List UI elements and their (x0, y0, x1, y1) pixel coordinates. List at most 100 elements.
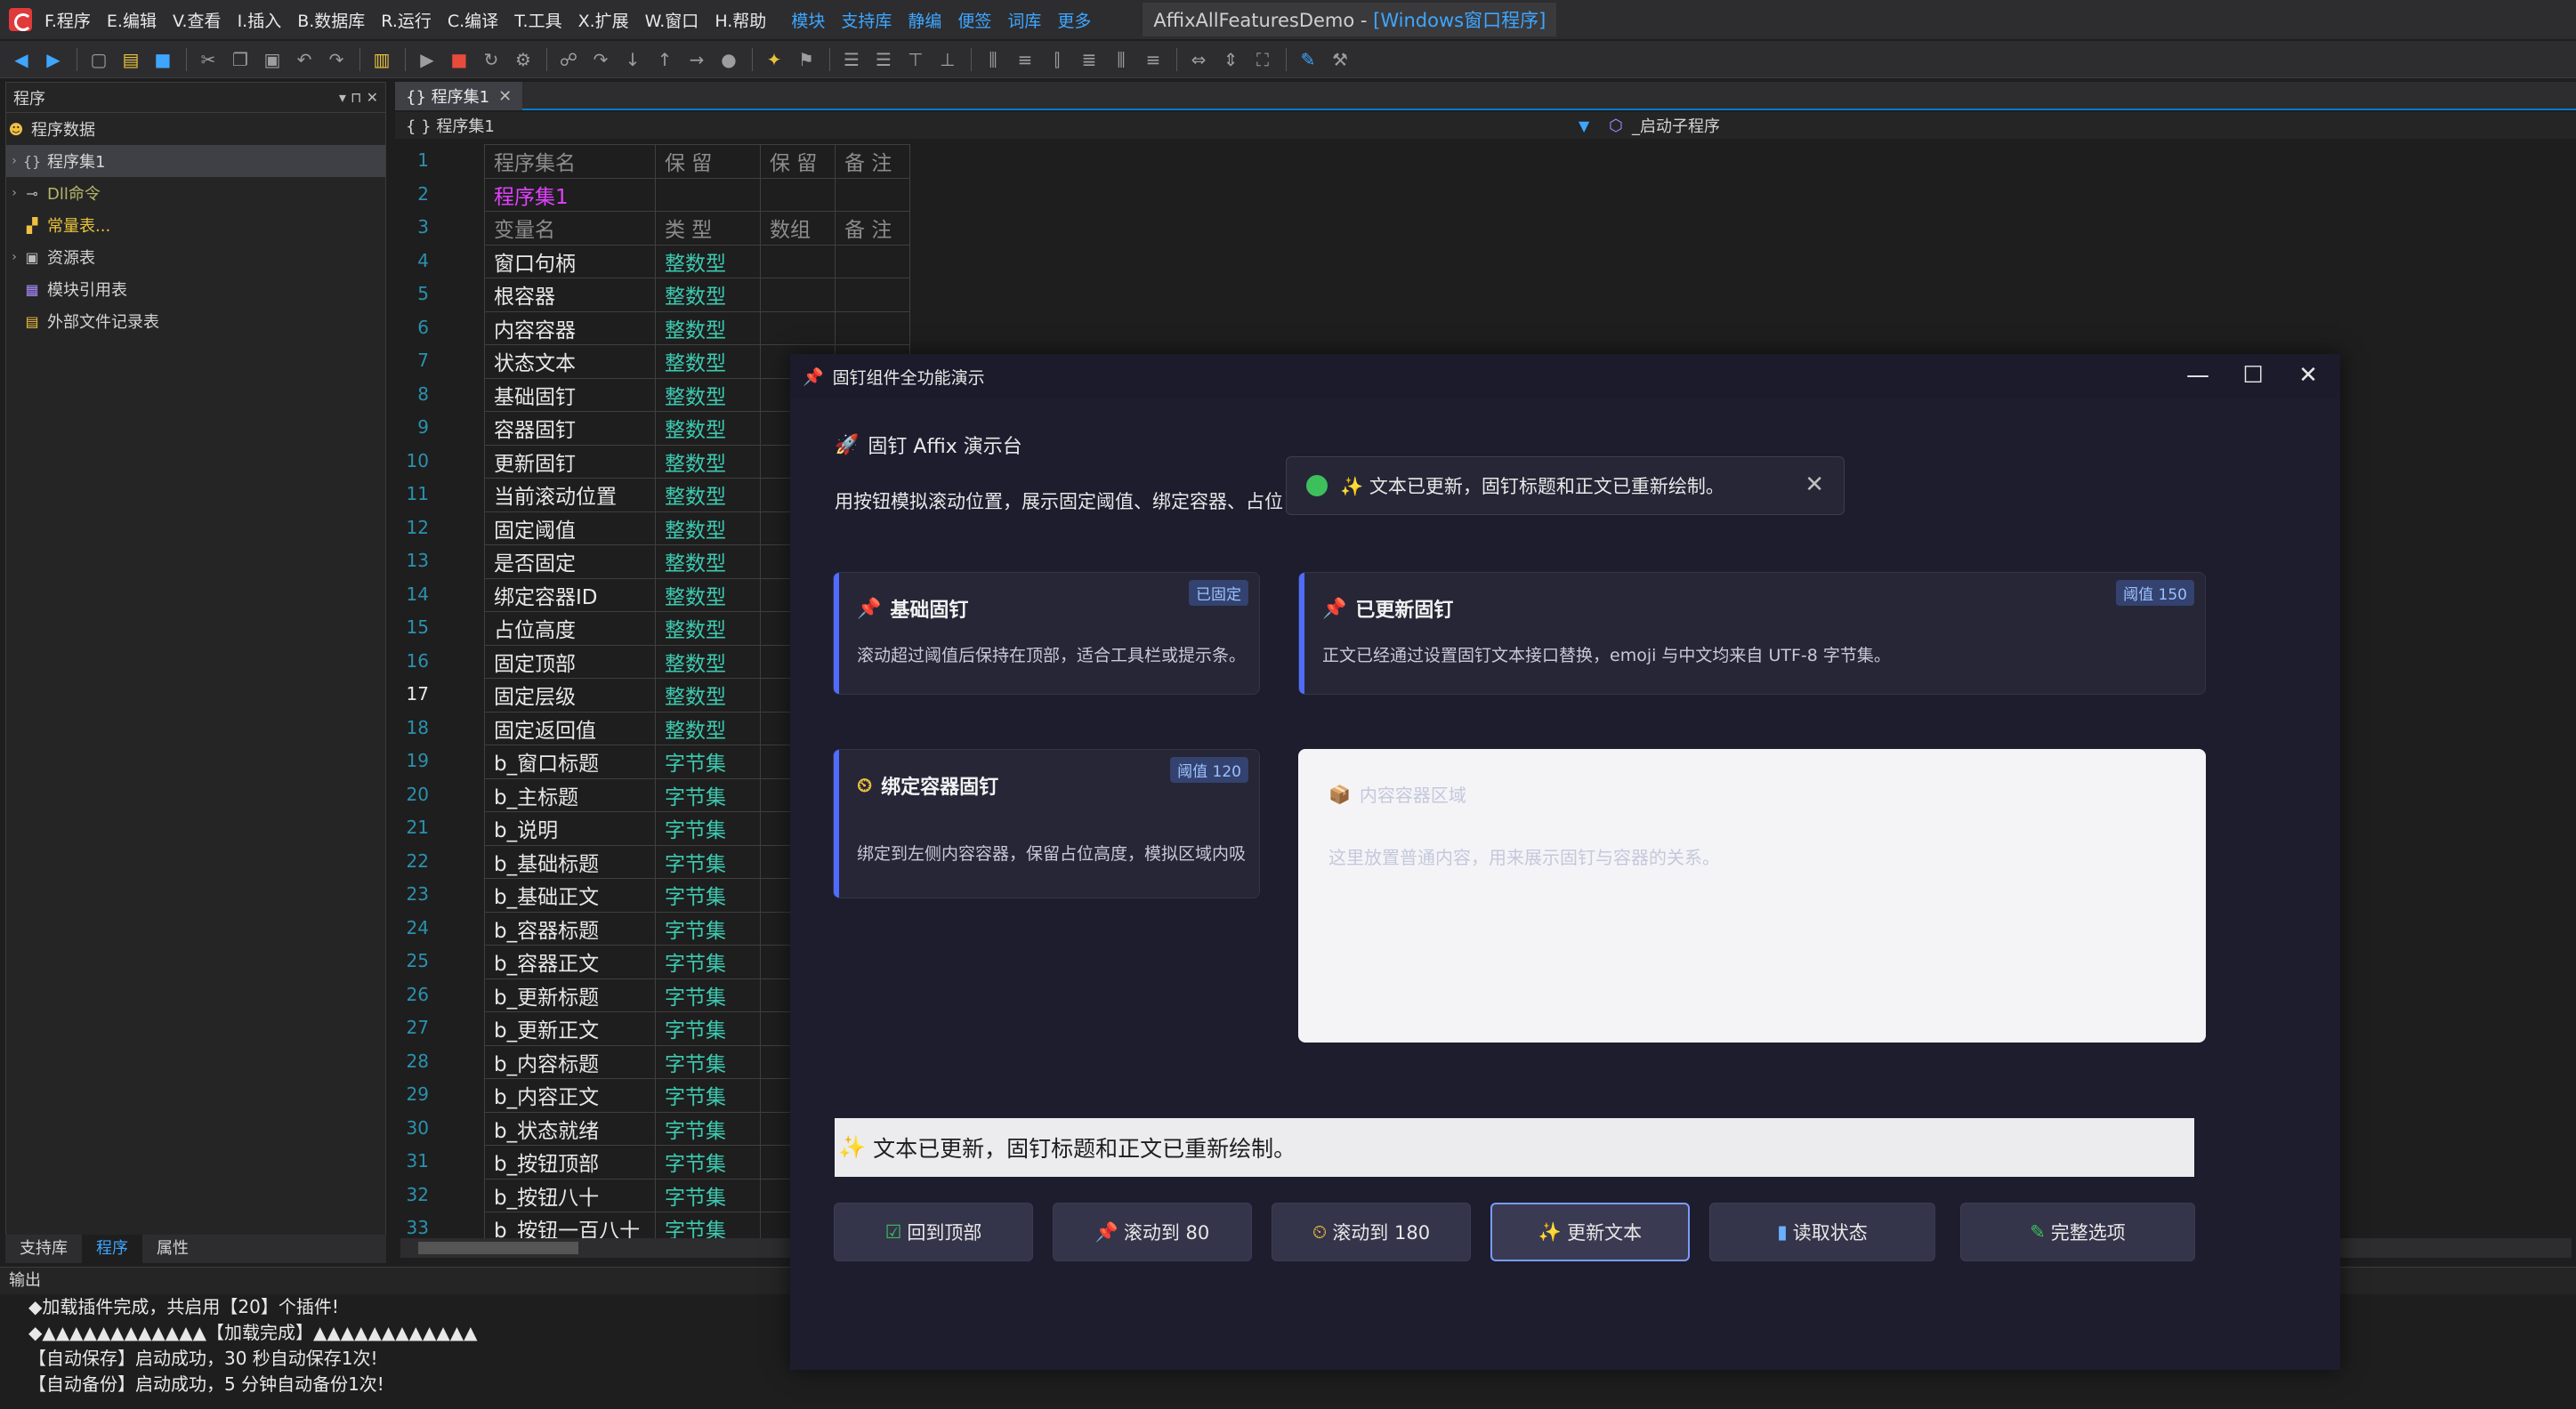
tree-item-assembly1[interactable]: › {} 程序集1 (6, 145, 385, 177)
table-cell[interactable]: 整数型 (655, 444, 761, 479)
table-cell[interactable]: 数组 (760, 211, 836, 246)
copy-icon[interactable]: ❐ (230, 49, 251, 70)
table-cell[interactable]: b_说明 (484, 811, 656, 846)
table-cell[interactable] (760, 278, 836, 312)
paste-icon[interactable]: ▣ (262, 49, 283, 70)
menu-insert[interactable]: I.插入 (238, 8, 282, 32)
link-support-lib[interactable]: 支持库 (841, 8, 892, 32)
table-cell[interactable]: 固定阈值 (484, 511, 656, 545)
table-cell[interactable]: 字节集 (655, 1078, 761, 1113)
table-cell[interactable]: 字节集 (655, 1178, 761, 1212)
table-cell[interactable]: 类 型 (655, 211, 761, 246)
open-folder-icon[interactable]: ▤ (120, 49, 141, 70)
table-cell[interactable]: 整数型 (655, 577, 761, 612)
table-cell[interactable]: 整数型 (655, 344, 761, 379)
link-notes[interactable]: 便签 (957, 8, 991, 32)
same-height-icon[interactable]: ≣ (1078, 49, 1100, 70)
undo-icon[interactable]: ↶ (294, 49, 315, 70)
chevron-right-icon[interactable]: › (6, 154, 22, 168)
table-cell[interactable]: 整数型 (655, 244, 761, 278)
table-cell[interactable]: b_按钮顶部 (484, 1145, 656, 1180)
table-cell[interactable]: 整数型 (655, 678, 761, 713)
tree-item-dll-commands[interactable]: › ⊸ Dll命令 (6, 177, 385, 209)
restart-icon[interactable]: ↻ (480, 49, 502, 70)
table-cell[interactable]: b_更新标题 (484, 978, 656, 1012)
panel-pin-close-icon[interactable]: ▾ ⊓ ✕ (339, 89, 378, 106)
back-icon[interactable]: ◀ (11, 49, 32, 70)
table-cell[interactable] (760, 177, 836, 212)
table-row[interactable]: 根容器 整数型 (484, 278, 910, 312)
table-cell[interactable]: 固定层级 (484, 678, 656, 713)
step-into-icon[interactable]: ↓ (622, 49, 643, 70)
space-v-icon[interactable]: ≡ (1143, 49, 1164, 70)
maximize-button[interactable]: ☐ (2226, 359, 2280, 391)
table-cell[interactable]: 变量名 (484, 211, 656, 246)
minimize-button[interactable]: — (2171, 359, 2225, 391)
table-cell[interactable]: 当前滚动位置 (484, 478, 656, 512)
table-cell[interactable]: b_更新正文 (484, 1011, 656, 1046)
run-to-cursor-icon[interactable]: → (686, 49, 707, 70)
menu-database[interactable]: B.数据库 (297, 8, 365, 32)
table-cell[interactable]: 整数型 (655, 644, 761, 679)
bookmark-icon[interactable]: ⚑ (795, 49, 817, 70)
size-v-icon[interactable]: ⇕ (1220, 49, 1241, 70)
redo-icon[interactable]: ↷ (326, 49, 347, 70)
table-cell[interactable]: 字节集 (655, 945, 761, 979)
cut-icon[interactable]: ✂ (198, 49, 219, 70)
table-cell[interactable]: b_容器正文 (484, 945, 656, 979)
table-cell[interactable]: 基础固钉 (484, 377, 656, 412)
table-cell[interactable]: 字节集 (655, 777, 761, 812)
menu-help[interactable]: H.帮助 (715, 8, 766, 32)
table-cell[interactable]: 字节集 (655, 911, 761, 946)
table-cell[interactable]: b_基础正文 (484, 878, 656, 913)
forward-icon[interactable]: ▶ (43, 49, 64, 70)
step-out-icon[interactable]: ↑ (654, 49, 675, 70)
table-cell[interactable]: 根容器 (484, 278, 656, 312)
menu-tools[interactable]: T.工具 (514, 8, 561, 32)
chevron-right-icon[interactable]: › (6, 250, 22, 264)
table-cell[interactable]: 字节集 (655, 978, 761, 1012)
menu-extend[interactable]: X.扩展 (578, 8, 629, 32)
table-cell[interactable] (760, 310, 836, 345)
link-dictionary[interactable]: 词库 (1007, 8, 1041, 32)
editor-tab-assembly1[interactable]: {} 程序集1 ✕ (395, 82, 523, 110)
table-cell[interactable]: 窗口句柄 (484, 244, 656, 278)
find-icon[interactable]: ▥ (371, 49, 392, 70)
link-module[interactable]: 模块 (791, 8, 825, 32)
table-cell[interactable]: 整数型 (655, 310, 761, 345)
tree-item-constants[interactable]: ▞ 常量表... (6, 209, 385, 241)
table-cell[interactable]: 字节集 (655, 745, 761, 779)
table-cell[interactable] (760, 244, 836, 278)
subroutine-selector[interactable]: _启动子程序 (1632, 114, 1720, 137)
table-cell[interactable]: 字节集 (655, 811, 761, 846)
update-text-button[interactable]: ✨ 更新文本 (1490, 1203, 1690, 1261)
table-cell[interactable]: b_内容标题 (484, 1044, 656, 1079)
menu-program[interactable]: F.程序 (44, 8, 91, 32)
table-cell[interactable] (655, 177, 761, 212)
table-cell[interactable]: b_窗口标题 (484, 745, 656, 779)
table-cell[interactable]: 备 注 (835, 211, 910, 246)
table-cell[interactable]: b_基础标题 (484, 844, 656, 879)
tab-program[interactable]: 程序 (82, 1235, 142, 1263)
space-h-icon[interactable]: ⫼ (1110, 49, 1132, 70)
table-cell[interactable]: 状态文本 (484, 344, 656, 379)
align-right-icon[interactable]: ☰ (873, 49, 894, 70)
breakpoint-icon[interactable]: ● (718, 49, 739, 70)
table-cell[interactable]: 整数型 (655, 511, 761, 545)
table-row[interactable]: 窗口句柄 整数型 (484, 244, 910, 278)
chevron-right-icon[interactable]: › (6, 186, 22, 200)
align-bottom-icon[interactable]: ⊥ (937, 49, 958, 70)
table-cell[interactable]: 更新固钉 (484, 444, 656, 479)
table-cell[interactable]: b_内容正文 (484, 1078, 656, 1113)
tab-support-lib[interactable]: 支持库 (5, 1235, 82, 1263)
table-cell[interactable]: 程序集1 (484, 177, 656, 212)
table-cell[interactable]: 绑定容器ID (484, 577, 656, 612)
menu-edit[interactable]: E.编辑 (107, 8, 157, 32)
chevron-down-icon[interactable]: ▼ (1579, 117, 1589, 134)
stop-icon[interactable]: ■ (448, 49, 470, 70)
table-row[interactable]: 变量名类 型数组备 注 (484, 211, 910, 246)
menu-compile[interactable]: C.编译 (448, 8, 498, 32)
read-status-button[interactable]: ▮ 读取状态 (1709, 1203, 1935, 1261)
table-cell[interactable]: b_状态就绪 (484, 1111, 656, 1146)
table-cell[interactable]: 整数型 (655, 544, 761, 579)
